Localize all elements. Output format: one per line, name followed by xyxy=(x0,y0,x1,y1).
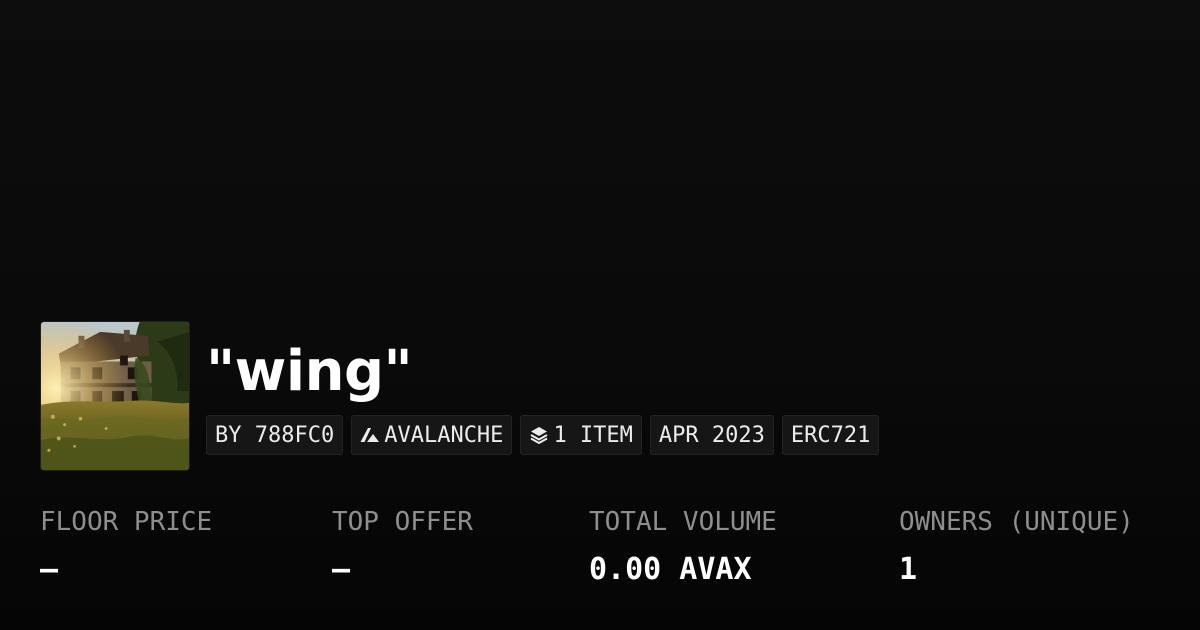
top-offer-label: TOP OFFER xyxy=(332,507,473,537)
creator-tag[interactable]: BY 788FC0 xyxy=(206,415,344,455)
creator-tag-label: BY 788FC0 xyxy=(215,422,335,448)
standard-tag-label: ERC721 xyxy=(790,422,871,448)
collection-title: "wing" xyxy=(206,339,413,404)
total-volume-value: 0.00 AVAX xyxy=(589,552,752,587)
floor-price-value: – xyxy=(40,552,59,587)
chain-tag-label: AVALANCHE xyxy=(384,422,504,448)
date-tag-label: APR 2023 xyxy=(658,422,765,448)
total-volume-stat: TOTAL VOLUME 0.00 AVAX xyxy=(589,502,777,592)
total-volume-label: TOTAL VOLUME xyxy=(589,507,777,537)
top-offer-value: – xyxy=(332,552,351,587)
floor-price-label: FLOOR PRICE xyxy=(40,507,213,537)
house-landscape-thumbnail xyxy=(41,322,189,470)
owners-label: OWNERS (UNIQUE) xyxy=(899,507,1134,537)
avalanche-icon xyxy=(360,425,380,445)
chain-tag[interactable]: AVALANCHE xyxy=(351,415,513,455)
item-count-tag-label: 1 ITEM xyxy=(553,422,633,448)
collection-stats: FLOOR PRICE – TOP OFFER – TOTAL VOLUME 0… xyxy=(40,502,1180,602)
collection-tags: BY 788FC0 AVALANCHE 1 ITEM APR 2023 ERC7… xyxy=(206,415,880,455)
owners-value: 1 xyxy=(899,552,918,587)
standard-tag: ERC721 xyxy=(781,415,880,455)
owners-stat: OWNERS (UNIQUE) 1 xyxy=(899,502,1134,592)
top-offer-stat: TOP OFFER – xyxy=(332,502,473,592)
date-tag: APR 2023 xyxy=(649,415,774,455)
floor-price-stat: FLOOR PRICE – xyxy=(40,502,212,592)
layers-icon xyxy=(529,425,549,445)
collection-card: "wing" BY 788FC0 AVALANCHE 1 ITEM APR 20… xyxy=(0,0,1200,630)
item-count-tag[interactable]: 1 ITEM xyxy=(520,415,642,455)
collection-thumbnail[interactable] xyxy=(40,321,190,471)
